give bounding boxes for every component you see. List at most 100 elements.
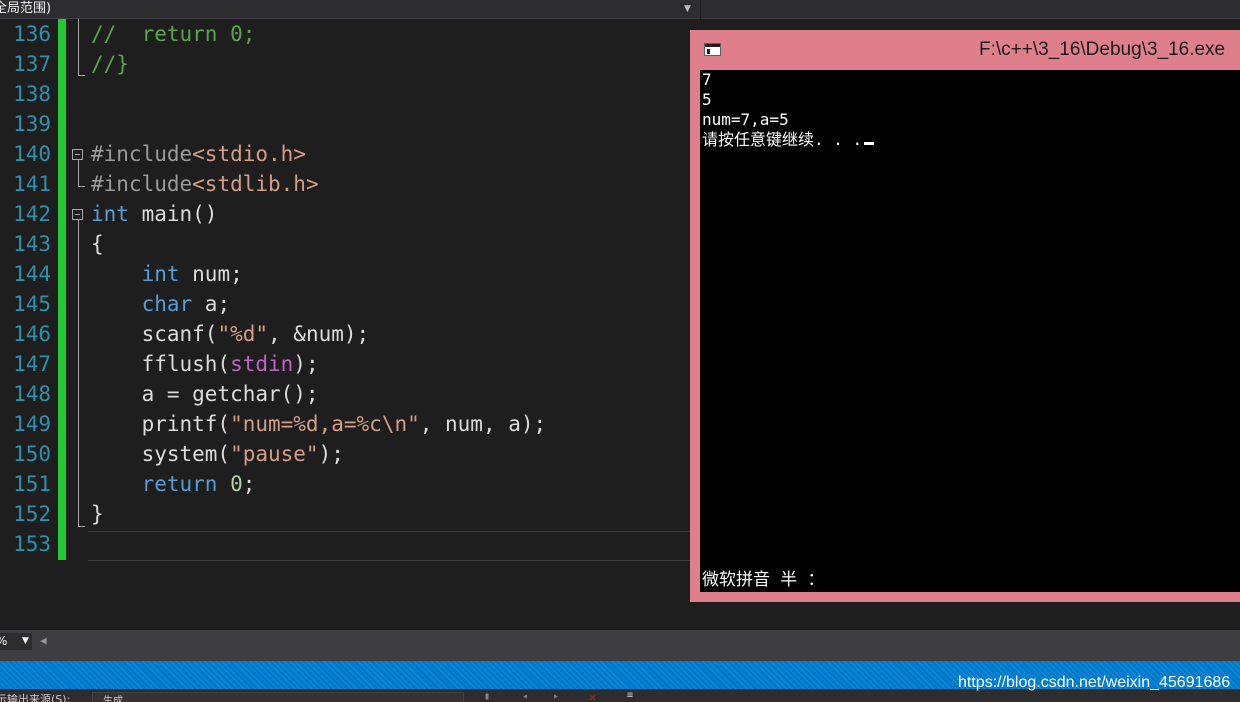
code-line[interactable]: 148 a = getchar();: [0, 379, 700, 409]
line-number: 141: [13, 172, 51, 196]
line-number: 153: [13, 532, 51, 556]
line-number: 146: [13, 322, 51, 346]
code-line[interactable]: 139: [0, 109, 700, 139]
scope-label: 全局范围): [0, 1, 52, 16]
next-icon[interactable]: ▸: [553, 691, 567, 702]
code-line[interactable]: 141 #include<stdlib.h>: [0, 169, 700, 199]
code-token: printf(: [91, 412, 231, 436]
line-number: 149: [13, 412, 51, 436]
code-text[interactable]: // return 0;: [91, 19, 255, 49]
output-source-label: 示输出来源(S):: [0, 693, 71, 702]
code-token: int: [91, 202, 129, 226]
previous-icon[interactable]: ◂: [522, 691, 536, 702]
console-window[interactable]: F:\c++\3_16\Debug\3_16.exe 7 5 num=7,a=5…: [690, 30, 1240, 602]
console-app-icon[interactable]: [704, 43, 721, 56]
member-dropdown[interactable]: [701, 0, 1240, 19]
word-wrap-icon[interactable]: ≡: [627, 690, 633, 701]
code-token: 0: [230, 472, 243, 496]
code-token: //}: [91, 52, 129, 76]
code-line[interactable]: 145 char a;: [0, 289, 700, 319]
code-line[interactable]: 151 return 0;: [0, 469, 700, 499]
chevron-down-icon[interactable]: ▼: [22, 633, 29, 650]
code-token: // return 0;: [91, 22, 256, 46]
line-number: 144: [13, 262, 51, 286]
code-text[interactable]: char a;: [91, 289, 231, 319]
code-token: );: [318, 442, 344, 466]
code-token: system(: [91, 442, 231, 466]
scope-dropdown[interactable]: 全局范围) ▼: [0, 0, 700, 19]
code-token: main(): [128, 202, 218, 226]
zoom-dropdown[interactable]: % ▼: [0, 633, 32, 650]
console-title: F:\c++\3_16\Debug\3_16.exe: [979, 39, 1226, 60]
line-number: 142: [13, 202, 51, 226]
code-text[interactable]: #include<stdio.h>: [91, 139, 306, 169]
line-number: 139: [13, 112, 51, 136]
code-text[interactable]: int num;: [91, 259, 243, 289]
code-line[interactable]: 142 int main(): [0, 199, 700, 229]
code-token: int: [141, 262, 180, 286]
line-number: 138: [13, 82, 51, 106]
code-token: a;: [192, 292, 231, 316]
code-token: {: [91, 232, 104, 256]
console-line: num=7,a=5: [702, 110, 789, 129]
code-token: "pause": [230, 442, 319, 466]
code-token: a = getchar();: [91, 382, 319, 406]
line-number: 137: [13, 52, 51, 76]
code-line[interactable]: 147 fflush(stdin);: [0, 349, 700, 379]
code-line[interactable]: 140 #include<stdio.h>: [0, 139, 700, 169]
code-text[interactable]: //}: [91, 49, 129, 79]
text-cursor: [864, 142, 875, 145]
output-source-dropdown[interactable]: 生成: [92, 692, 464, 702]
zoom-value: %: [0, 633, 7, 650]
code-line[interactable]: 138: [0, 79, 700, 109]
code-token: num;: [179, 262, 243, 286]
code-token: <stdlib.h>: [192, 172, 319, 196]
code-token: fflush(: [91, 352, 231, 376]
code-line[interactable]: 136 // return 0;: [0, 19, 700, 49]
code-text[interactable]: scanf("%d", &num);: [91, 319, 370, 349]
line-number: 136: [13, 22, 51, 46]
code-line[interactable]: 149 printf("num=%d,a=%c\n", num, a);: [0, 409, 700, 439]
code-text[interactable]: printf("num=%d,a=%c\n", num, a);: [91, 409, 547, 439]
code-text[interactable]: int main(): [91, 199, 217, 229]
console-output-area[interactable]: 7 5 num=7,a=5 请按任意键继续. . . 微软拼音 半 ：: [700, 70, 1240, 592]
code-token: );: [293, 352, 319, 376]
code-token: char: [141, 292, 193, 316]
code-token: scanf(: [91, 322, 218, 346]
code-text[interactable]: fflush(stdin);: [91, 349, 319, 379]
code-token: "num=%d,a=%c\n": [230, 412, 420, 436]
code-text[interactable]: return 0;: [91, 469, 256, 499]
code-text[interactable]: {: [91, 229, 104, 259]
code-token: #include: [91, 142, 193, 166]
code-line[interactable]: 146 scanf("%d", &num);: [0, 319, 700, 349]
code-token: ;: [242, 472, 256, 496]
code-text[interactable]: }: [91, 499, 104, 529]
code-token: , num, a);: [419, 412, 547, 436]
ime-status: 微软拼音 半 ：: [702, 570, 825, 590]
clear-all-icon[interactable]: ✕: [589, 690, 596, 702]
code-line[interactable]: 150 system("pause");: [0, 439, 700, 469]
console-titlebar[interactable]: F:\c++\3_16\Debug\3_16.exe: [690, 30, 1240, 70]
line-number: 150: [13, 442, 51, 466]
watermark: https://blog.csdn.net/weixin_45691686: [958, 674, 1231, 691]
code-token: }: [91, 502, 104, 526]
line-number: 148: [13, 382, 51, 406]
code-text[interactable]: system("pause");: [91, 439, 344, 469]
find-message-icon[interactable]: ▮: [484, 691, 498, 702]
code-line[interactable]: 144 int num;: [0, 259, 700, 289]
code-token: <stdio.h>: [192, 142, 306, 166]
code-line[interactable]: 143 {: [0, 229, 700, 259]
code-line[interactable]: 152}: [0, 499, 700, 529]
console-prompt: 请按任意键继续. . .: [702, 130, 863, 149]
scroll-left-icon[interactable]: ◀: [40, 634, 47, 648]
code-text[interactable]: a = getchar();: [91, 379, 319, 409]
code-token: #include: [91, 172, 193, 196]
code-line[interactable]: 153: [0, 529, 700, 559]
chevron-down-icon[interactable]: ▼: [684, 1, 691, 17]
editor-bottom-bar: [0, 630, 1240, 661]
code-line[interactable]: 137 //}: [0, 49, 700, 79]
code-text[interactable]: #include<stdlib.h>: [91, 169, 319, 199]
output-source-value: 生成: [103, 696, 123, 702]
